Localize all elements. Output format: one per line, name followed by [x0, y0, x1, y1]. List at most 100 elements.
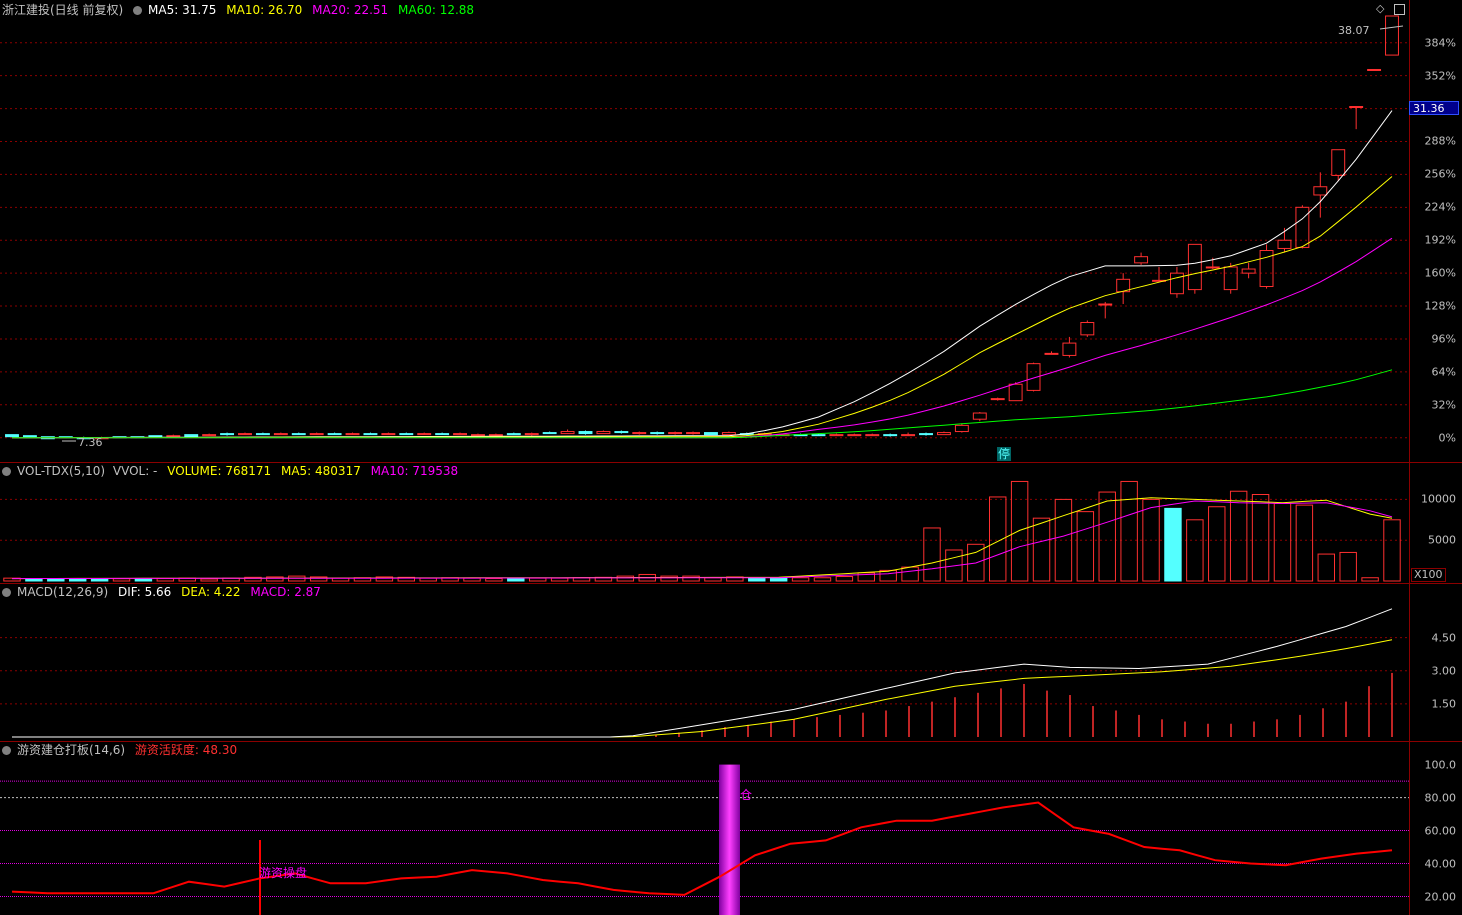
candle-body-20 [363, 433, 378, 436]
macd-axis-tick-2: 1.50 [1431, 697, 1457, 711]
candle-body-49 [883, 434, 898, 437]
price-axis-tick-3: 256% [1424, 167, 1456, 181]
volume-bar-23 [507, 578, 525, 582]
activity-line [11, 801, 1393, 896]
ma5-line [12, 110, 1393, 439]
candle-body-40 [721, 432, 736, 436]
candle-body-35 [632, 432, 647, 435]
candle-body-27 [488, 434, 503, 437]
volume-bar-12 [266, 576, 284, 582]
activity-axis-tick-2: 60.00 [1424, 824, 1457, 838]
candle-body-51 [919, 433, 933, 436]
volume-header: VOL-TDX(5,10) VVOL: - VOLUME: 768171 MA5… [2, 463, 464, 479]
price-axis-tick-9: 64% [1431, 365, 1456, 379]
macd-axis-tick-0: 4.50 [1431, 631, 1457, 645]
volume-bar-14 [309, 576, 328, 582]
candle-body-30 [542, 432, 557, 435]
volume-bar-62 [1361, 577, 1379, 582]
volume-bar-63 [1383, 519, 1401, 582]
volume-panel: VOL-TDX(5,10) VVOL: - VOLUME: 768171 MA5… [0, 463, 1410, 583]
price-axis-tick-1: 352% [1424, 69, 1456, 83]
ma10-label: MA10: 26.70 [226, 3, 303, 17]
macd-axis: 4.50 3.00 1.50 [1410, 584, 1462, 741]
volume-bar-54 [1186, 519, 1204, 582]
macd-chart[interactable] [0, 584, 1409, 741]
volume-bar-1 [25, 578, 43, 582]
price-chart[interactable] [0, 0, 1409, 462]
activity-axis-tick-4: 20.00 [1424, 890, 1457, 903]
volume-bar-46 [1010, 480, 1029, 582]
volume-bar-30 [660, 575, 678, 582]
price-axis-tick-0: 384% [1424, 36, 1456, 50]
dea-label: DEA: 4.22 [181, 585, 241, 599]
macd-dif-line [12, 608, 1393, 738]
price-axis: 384% 352% 288% 256% 224% 192% 160% 128% 96% 64% 32… [1410, 0, 1462, 462]
candle-body-10 [184, 434, 199, 438]
candle-body-54 [972, 412, 987, 420]
activity-axis: 100.0 80.00 60.00 40.00 20.00 [1410, 742, 1462, 915]
price-axis-tick-4: 224% [1424, 200, 1456, 214]
volume-bar-61 [1339, 551, 1357, 582]
candle-body-68 [1223, 266, 1238, 291]
volume-chart[interactable] [0, 463, 1409, 583]
macd-menu-icon[interactable] [2, 588, 11, 597]
volume-bar-59 [1295, 504, 1314, 582]
price-axis-tick-2: 288% [1424, 134, 1456, 148]
candle-body-55 [990, 398, 1005, 401]
volume-menu-icon[interactable] [2, 467, 11, 476]
volume-ma5-line [11, 497, 1393, 580]
volume-bar-41 [901, 566, 919, 582]
price-axis-tick-11: 0% [1438, 431, 1456, 445]
volume-bar-55 [1208, 506, 1226, 582]
volume-bar-4 [90, 578, 109, 582]
vvol-label: VVOL: - [112, 464, 158, 478]
volume-bar-42 [923, 527, 941, 582]
candle-body-14 [255, 433, 270, 436]
window-toggle-icon[interactable] [1394, 4, 1405, 15]
low-price-label: 7.36 [78, 436, 103, 449]
macd-title: MACD(12,26,9) [17, 585, 109, 599]
candle-body-19 [345, 433, 360, 436]
activity-value-label: 游资活跃度: 48.30 [134, 743, 238, 757]
limit-up-tag: 停 [997, 447, 1012, 461]
indicator-menu-icon[interactable] [133, 6, 143, 15]
ma60-label: MA60: 12.88 [398, 3, 475, 17]
candle-body-38 [686, 432, 700, 435]
candle-body-24 [435, 433, 450, 436]
volume-axis-tick-1: 5000 [1428, 533, 1456, 547]
volume-bar-56 [1229, 490, 1248, 582]
volume-axis-tick-0: 10000 [1421, 492, 1456, 506]
candle-body-46 [829, 434, 844, 437]
candle-body-47 [847, 434, 862, 437]
candle-body-21 [381, 433, 396, 436]
candle-body-11 [202, 434, 217, 437]
candle-body-0 [5, 434, 19, 438]
price-axis-tick-5: 192% [1424, 233, 1456, 247]
candle-body-67 [1205, 266, 1220, 269]
candle-body-69 [1241, 268, 1256, 274]
volume-bar-25 [550, 577, 569, 582]
activity-axis-tick-3: 40.00 [1424, 857, 1457, 871]
volume-bar-22 [485, 578, 503, 582]
candle-body-37 [668, 432, 683, 435]
activity-axis-tick-0: 100.0 [1424, 758, 1457, 772]
activity-marker-text-2: 仓 [740, 788, 753, 802]
current-price-badge: 31.36 [1409, 101, 1459, 115]
activity-chart[interactable] [0, 742, 1409, 915]
stock-title[interactable]: 浙江建投(日线 前复权) [2, 3, 123, 17]
volume-bar-47 [1032, 517, 1051, 582]
price-header: 浙江建投(日线 前复权) MA5: 31.75 MA10: 26.70 MA20… [2, 2, 480, 18]
candle-body-50 [901, 434, 916, 437]
candle-body-33 [596, 431, 611, 435]
candle-body-29 [524, 433, 539, 436]
ma60-line [12, 369, 1393, 439]
candle-body-22 [399, 433, 414, 436]
activity-menu-icon[interactable] [2, 746, 11, 755]
high-price-pointer [1379, 25, 1404, 30]
candle-body-58 [1044, 352, 1059, 355]
diamond-icon[interactable]: ◇ [1376, 2, 1384, 15]
price-panel: 浙江建投(日线 前复权) MA5: 31.75 MA10: 26.70 MA20… [0, 0, 1410, 462]
candle-body-56 [1008, 383, 1023, 402]
candle-body-9 [166, 435, 181, 438]
candle-body-26 [471, 434, 485, 437]
